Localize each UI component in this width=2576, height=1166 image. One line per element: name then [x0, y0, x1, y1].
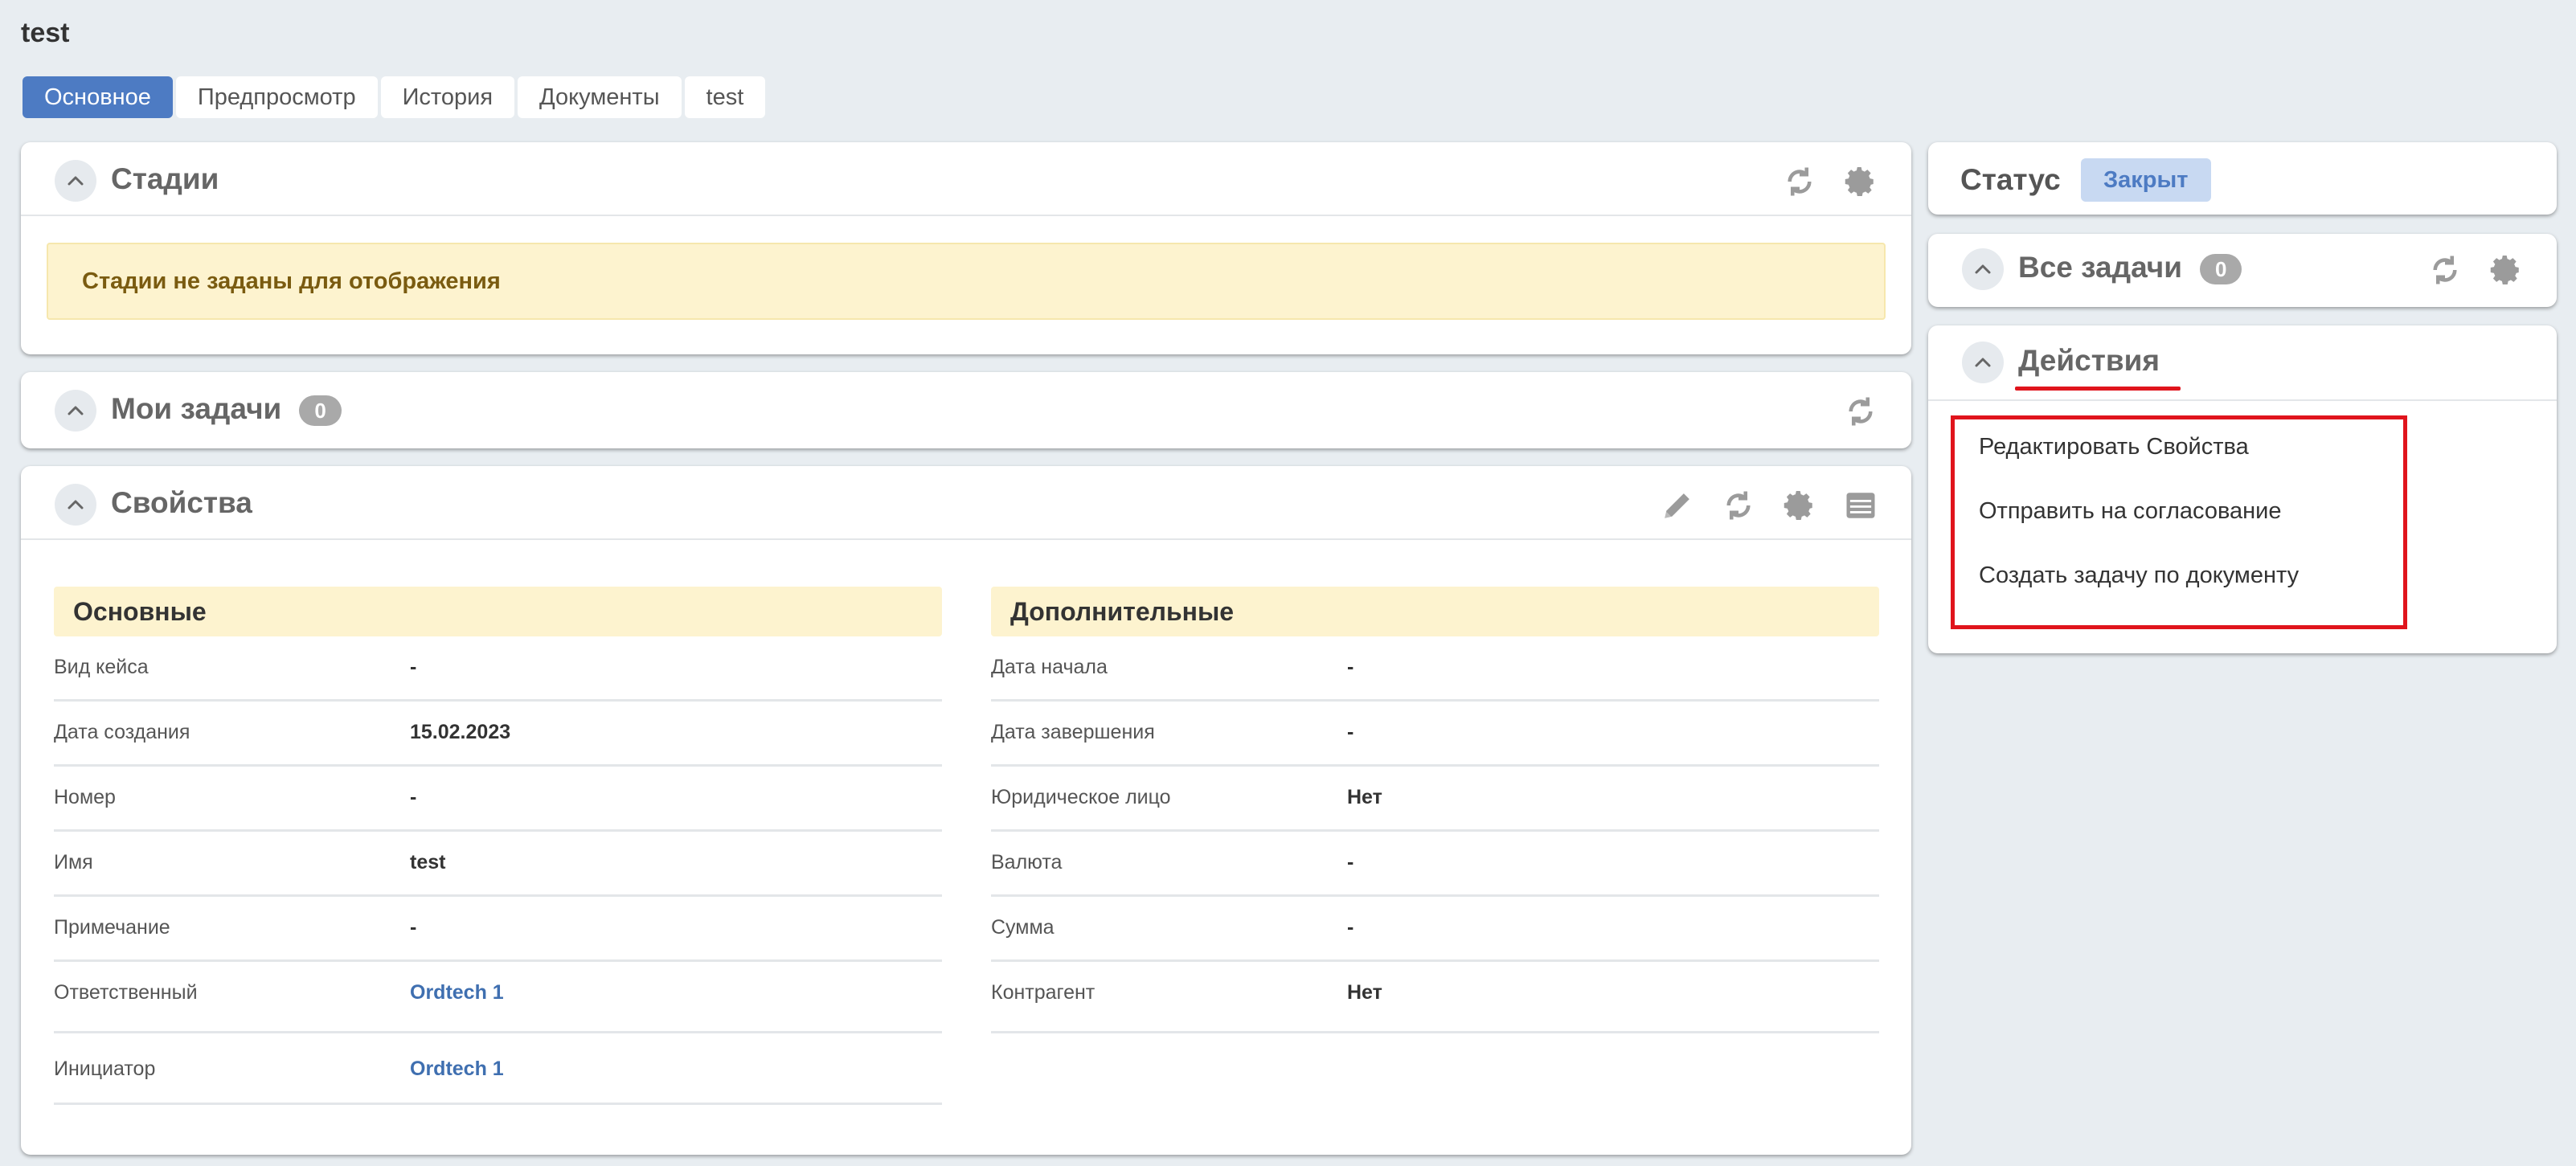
property-label: Дата завершения: [991, 721, 1155, 743]
gear-icon[interactable]: [1781, 487, 1818, 524]
archive-icon[interactable]: [1842, 487, 1879, 524]
property-value: -: [1347, 916, 1354, 939]
tab-documents[interactable]: Документы: [518, 76, 682, 118]
chevron-up-icon: [68, 406, 84, 415]
status-badge: Закрыт: [2081, 158, 2211, 202]
property-label: Валюта: [991, 851, 1063, 873]
stages-panel: Стадии Стадии не заданы для отображения: [21, 142, 1911, 354]
tab-history[interactable]: История: [380, 76, 515, 118]
property-value: -: [1347, 851, 1354, 873]
property-row: Инициатор Ordtech 1: [54, 1033, 942, 1105]
property-label: Сумма: [991, 916, 1055, 939]
property-value: -: [1347, 721, 1354, 743]
responsible-user-link[interactable]: Ordtech 1: [410, 981, 504, 1004]
property-label: Вид кейса: [54, 656, 149, 678]
gear-icon[interactable]: [2488, 252, 2525, 288]
action-create-task[interactable]: Создать задачу по документу: [1979, 563, 2299, 589]
page-title: test: [21, 18, 70, 48]
all-tasks-title: Все задачи: [2018, 251, 2183, 284]
properties-panel: Свойства Основные Вид кейса - Дата создан…: [21, 466, 1911, 1155]
property-row: Сумма -: [991, 897, 1879, 962]
refresh-icon[interactable]: [1842, 393, 1879, 430]
property-value: test: [410, 851, 446, 873]
properties-main-column: Основные Вид кейса - Дата создания 15.02.2…: [54, 587, 942, 1105]
status-panel: Статус Закрыт: [1928, 142, 2557, 215]
actions-collapse-button[interactable]: [1962, 342, 2004, 383]
pencil-icon[interactable]: [1659, 487, 1696, 524]
my-tasks-header: Мои задачи 0: [21, 372, 1911, 444]
property-value: Нет: [1347, 786, 1382, 808]
gear-icon[interactable]: [1842, 163, 1879, 200]
property-value: -: [410, 916, 417, 939]
property-label: Инициатор: [54, 1058, 156, 1080]
stages-empty-message: Стадии не заданы для отображения: [47, 243, 1886, 320]
tab-bar: Основное Предпросмотр История Документы …: [23, 76, 766, 118]
properties-extra-heading: Дополнительные: [991, 587, 1879, 636]
all-tasks-title-row: Все задачи 0: [2018, 248, 2242, 287]
properties-extra-column: Дополнительные Дата начала - Дата заверше…: [991, 587, 1879, 1033]
property-row: Дата начала -: [991, 636, 1879, 702]
tab-preview[interactable]: Предпросмотр: [175, 76, 378, 118]
property-row: Юридическое лицо Нет: [991, 767, 1879, 832]
properties-collapse-button[interactable]: [55, 484, 96, 526]
chevron-up-icon: [68, 176, 84, 186]
property-value: -: [410, 786, 417, 808]
property-label: Примечание: [54, 916, 170, 939]
property-row: Контрагент Нет: [991, 962, 1879, 1033]
stages-title: Стадии: [111, 162, 219, 195]
all-tasks-collapse-button[interactable]: [1962, 248, 2004, 290]
status-label: Статус: [1960, 163, 2061, 196]
properties-title: Свойства: [111, 486, 252, 519]
properties-header: Свойства: [21, 466, 1911, 540]
tab-main[interactable]: Основное: [23, 76, 173, 118]
actions-title: Действия: [2018, 344, 2160, 377]
stages-header: Стадии: [21, 142, 1911, 216]
stages-collapse-button[interactable]: [55, 160, 96, 202]
property-label: Имя: [54, 851, 93, 873]
initiator-user-link[interactable]: Ordtech 1: [410, 1058, 504, 1081]
property-label: Номер: [54, 786, 116, 808]
all-tasks-count-badge: 0: [2200, 254, 2242, 285]
property-row: Имя test: [54, 832, 942, 897]
my-tasks-title: Мои задачи: [111, 392, 282, 425]
all-tasks-panel: Все задачи 0: [1928, 234, 2557, 307]
property-label: Юридическое лицо: [991, 786, 1171, 808]
actions-header: Действия: [1928, 325, 2557, 401]
property-value: -: [1347, 656, 1354, 678]
property-row: Примечание -: [54, 897, 942, 962]
chevron-up-icon: [1975, 264, 1991, 274]
action-send-for-approval[interactable]: Отправить на согласование: [1979, 498, 2282, 525]
property-row: Номер -: [54, 767, 942, 832]
all-tasks-header: Все задачи 0: [1928, 234, 2557, 306]
property-row: Дата завершения -: [991, 702, 1879, 767]
my-tasks-collapse-button[interactable]: [55, 390, 96, 432]
refresh-icon[interactable]: [1720, 487, 1757, 524]
action-edit-properties[interactable]: Редактировать Свойства: [1979, 434, 2249, 460]
tab-test[interactable]: test: [684, 76, 766, 118]
my-tasks-count-badge: 0: [299, 395, 342, 427]
chevron-up-icon: [1975, 358, 1991, 367]
refresh-icon[interactable]: [1781, 163, 1818, 200]
property-label: Контрагент: [991, 981, 1096, 1004]
property-row: Валюта -: [991, 832, 1879, 897]
property-value: Нет: [1347, 981, 1382, 1004]
property-row: Ответственный Ordtech 1: [54, 962, 942, 1033]
chevron-up-icon: [68, 500, 84, 509]
my-tasks-panel: Мои задачи 0: [21, 372, 1911, 448]
property-label: Ответственный: [54, 981, 198, 1004]
property-row: Дата создания 15.02.2023: [54, 702, 942, 767]
my-tasks-title-row: Мои задачи 0: [111, 390, 342, 428]
property-value: -: [410, 656, 417, 678]
properties-main-heading: Основные: [54, 587, 942, 636]
property-label: Дата создания: [54, 721, 190, 743]
actions-panel: Действия Редактировать Свойства Отправит…: [1928, 325, 2557, 653]
property-value: 15.02.2023: [410, 721, 511, 743]
actions-list: Редактировать Свойства Отправить на согл…: [1951, 415, 2407, 629]
actions-title-underline: [2015, 387, 2181, 391]
property-row: Вид кейса -: [54, 636, 942, 702]
refresh-icon[interactable]: [2427, 252, 2463, 288]
property-label: Дата начала: [991, 656, 1108, 678]
